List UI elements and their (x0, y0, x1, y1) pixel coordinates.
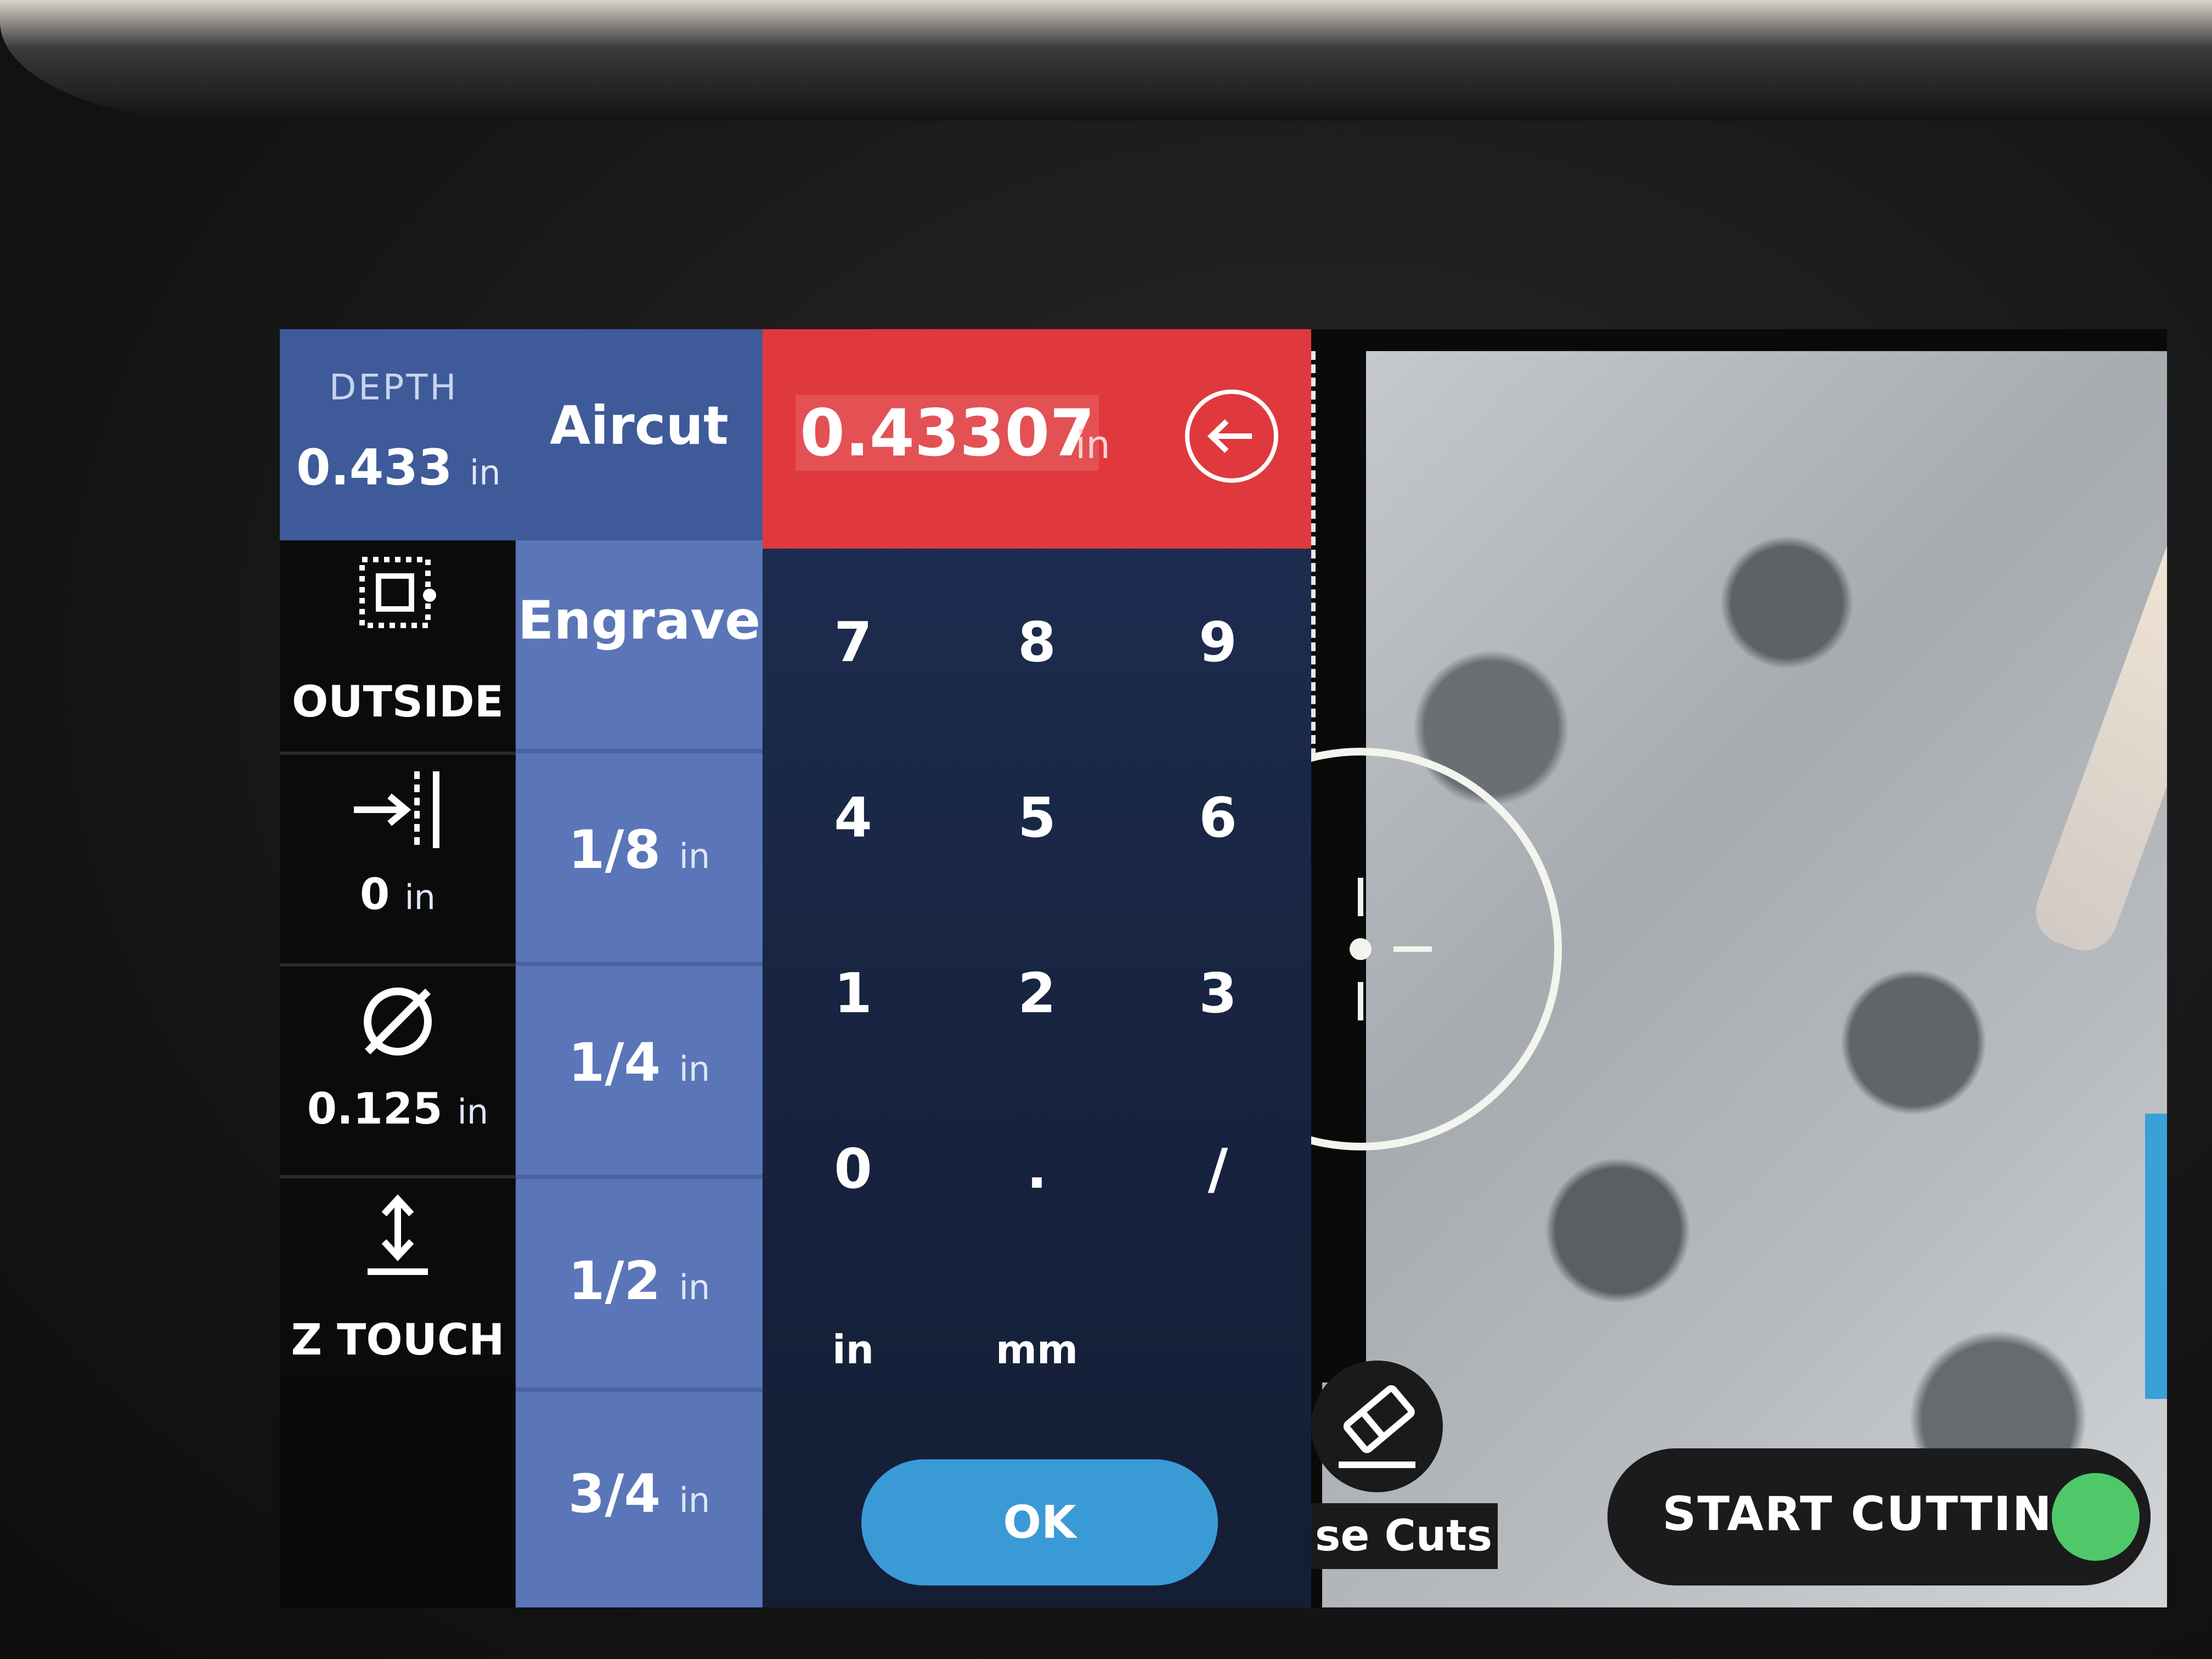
offset-icon (354, 771, 439, 848)
key-1[interactable]: 1 (787, 938, 919, 1048)
screen: DEPTH 0.433 in OUTSIDE 0 in 0.125 in Z T… (280, 329, 2167, 1607)
erase-cuts-button[interactable] (1311, 1361, 1443, 1492)
depth-value: 0.433 in (296, 439, 501, 496)
key-2[interactable]: 2 (971, 938, 1103, 1048)
offset-button[interactable]: 0 in (280, 755, 516, 963)
depth-input-unit: in (1075, 422, 1110, 467)
preset-1-8-button[interactable]: 1/8 in (516, 753, 763, 962)
bit-diameter-value: 0.125 in (280, 1085, 516, 1134)
backspace-arrow-icon (1207, 419, 1252, 453)
z-touch-label: Z TOUCH (291, 1316, 505, 1365)
key-slash[interactable]: / (1152, 1114, 1284, 1223)
outside-cut-icon (359, 557, 436, 628)
preset-1-2-value: 1/2 (568, 1250, 661, 1312)
offset-value: 0 in (280, 870, 516, 919)
preset-1-2-button[interactable]: 1/2 in (516, 1179, 763, 1387)
preset-1-4-button[interactable]: 1/4 in (516, 966, 763, 1175)
unit-in-button[interactable]: in (787, 1306, 919, 1393)
key-0[interactable]: 0 (787, 1114, 919, 1223)
preset-1-8-label: 1/8 in (516, 819, 763, 881)
z-touch-icon (368, 1194, 428, 1275)
offset-number: 0 (360, 870, 390, 919)
preset-1-8-value: 1/8 (568, 819, 661, 881)
start-cutting-label: START CUTTING (1662, 1487, 2093, 1542)
bezel (0, 0, 2212, 121)
preset-1-4-label: 1/4 in (516, 1032, 763, 1093)
crosshair-reticle (1311, 748, 1562, 1150)
preset-1-4-value: 1/4 (568, 1032, 661, 1093)
key-7[interactable]: 7 (787, 587, 919, 697)
erase-cuts-label[interactable]: se Cuts (1311, 1503, 1498, 1569)
divider (516, 1175, 763, 1179)
depth-panel[interactable]: DEPTH 0.433 in (280, 329, 527, 540)
aircut-label: Aircut (550, 395, 729, 456)
start-status-indicator (2052, 1473, 2140, 1561)
depth-label: DEPTH (329, 368, 459, 408)
key-6[interactable]: 6 (1152, 763, 1284, 872)
numeric-keypad: 0.43307 in 7 8 9 4 5 6 1 2 3 0 . / in mm… (763, 329, 1311, 1607)
depth-presets-column: Aircut Engrave 1/8 in 1/4 in 1/2 in 3/4 … (516, 329, 763, 1607)
preset-3-4-button[interactable]: 3/4 in (516, 1392, 763, 1607)
divider (516, 1387, 763, 1392)
bit-diameter-unit: in (457, 1092, 489, 1132)
preset-3-4-unit: in (679, 1480, 710, 1520)
start-cutting-button[interactable]: START CUTTING (1607, 1448, 2151, 1585)
backspace-button[interactable] (1185, 390, 1278, 483)
preset-1-2-label: 1/2 in (516, 1250, 763, 1312)
key-9[interactable]: 9 (1152, 587, 1284, 697)
z-touch-button[interactable]: Z TOUCH (280, 1178, 516, 1381)
offset-unit: in (404, 877, 436, 917)
key-3[interactable]: 3 (1152, 938, 1284, 1048)
key-4[interactable]: 4 (787, 763, 919, 872)
eraser-icon (1339, 1385, 1415, 1468)
preset-3-4-label: 3/4 in (516, 1463, 763, 1525)
outside-cut-label: OUTSIDE (291, 678, 504, 727)
bit-diameter-button[interactable]: 0.125 in (280, 967, 516, 1175)
engrave-label: Engrave (517, 590, 761, 651)
unit-mm-button[interactable]: mm (971, 1306, 1103, 1393)
path-dashed-line (1311, 351, 1316, 757)
preset-3-4-value: 3/4 (568, 1463, 661, 1525)
depth-unit: in (470, 453, 501, 493)
aircut-button[interactable]: Aircut (516, 329, 763, 540)
diameter-icon (364, 988, 432, 1056)
ok-button[interactable]: OK (861, 1459, 1218, 1585)
depth-number: 0.433 (296, 439, 453, 496)
device-frame: DEPTH 0.433 in OUTSIDE 0 in 0.125 in Z T… (0, 0, 2212, 1659)
preset-1-2-unit: in (679, 1267, 710, 1307)
depth-input-bar[interactable]: 0.43307 in (763, 329, 1311, 549)
preset-1-4-unit: in (679, 1049, 710, 1089)
key-decimal[interactable]: . (971, 1114, 1103, 1223)
bit-diameter-number: 0.125 (307, 1085, 443, 1134)
preset-1-8-unit: in (679, 836, 710, 876)
divider (516, 962, 763, 966)
side-tab[interactable] (2145, 1114, 2167, 1399)
key-8[interactable]: 8 (971, 587, 1103, 697)
outside-cut-button[interactable]: OUTSIDE (280, 540, 516, 752)
divider (516, 749, 763, 753)
key-5[interactable]: 5 (971, 763, 1103, 872)
engrave-button[interactable]: Engrave (516, 540, 763, 749)
depth-input-value[interactable]: 0.43307 (795, 395, 1099, 471)
